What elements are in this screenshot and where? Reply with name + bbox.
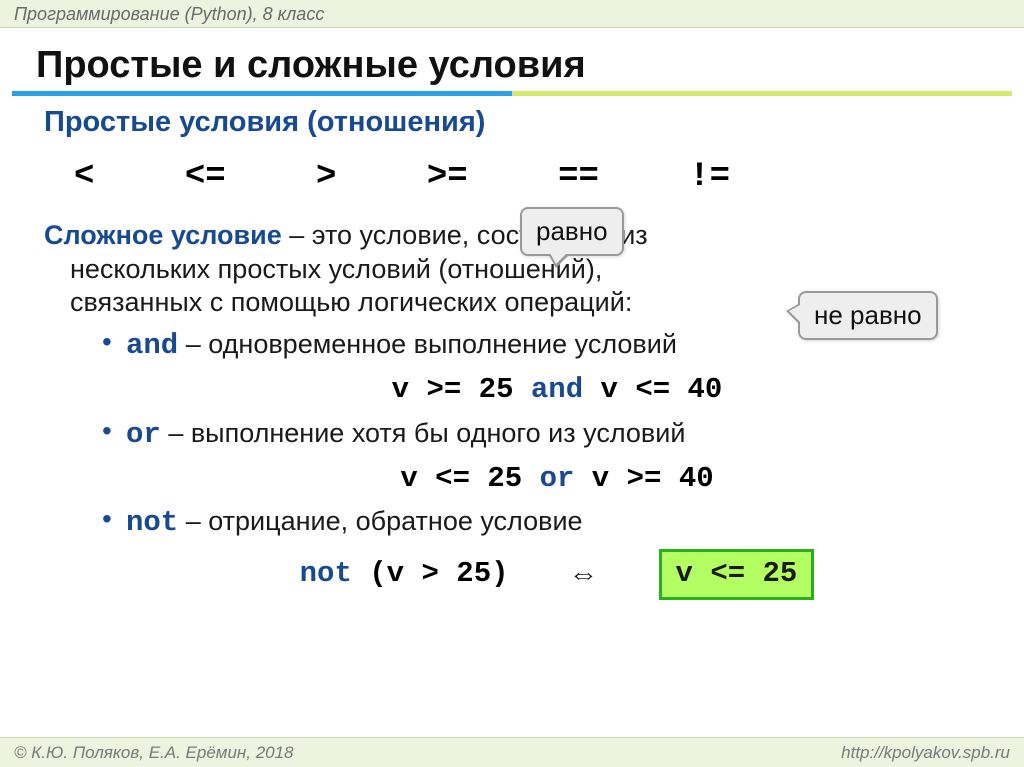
- callout-pointer-icon: [548, 254, 570, 268]
- section-heading-simple: Простые условия (отношения): [44, 104, 988, 140]
- op-ge: >=: [427, 158, 468, 196]
- breadcrumb-bar: Программирование (Python), 8 класс: [0, 0, 1024, 28]
- desc-or: – выполнение хотя бы одного из условий: [161, 418, 686, 448]
- callout-pointer-icon: [786, 303, 800, 325]
- footer-bar: © К.Ю. Поляков, Е.А. Ерёмин, 2018 http:/…: [0, 737, 1024, 767]
- definition-line3: связанных с помощью логических операций:: [44, 287, 632, 317]
- code-or-pre: v <= 25: [400, 462, 539, 495]
- equiv-box: v <= 25: [659, 549, 815, 599]
- kw-and: and: [126, 329, 178, 362]
- code-and: v >= 25 and v <= 40: [126, 372, 988, 408]
- operators-row: < <= > >= == !=: [74, 156, 988, 199]
- op-le: <=: [185, 158, 226, 196]
- op-eq: ==: [558, 158, 599, 196]
- footer-copyright: © К.Ю. Поляков, Е.А. Ерёмин, 2018: [14, 743, 294, 762]
- callout-equal-text: равно: [536, 216, 608, 246]
- list-item-or: or – выполнение хотя бы одного из услови…: [102, 417, 988, 498]
- list-item-not: not – отрицание, обратное условие not (v…: [102, 505, 988, 600]
- code-and-pre: v >= 25: [392, 373, 531, 406]
- list-item-and: and – одновременное выполнение условий v…: [102, 328, 988, 409]
- callout-equal: равно: [520, 207, 624, 256]
- definition-line2: нескольких простых условий (отношений),: [44, 254, 602, 284]
- code-or-post: v >= 40: [574, 462, 713, 495]
- code-not-kw: not: [300, 557, 352, 590]
- code-or-kw: or: [540, 462, 575, 495]
- divider-bar: [12, 91, 1012, 96]
- operator-list: and – одновременное выполнение условий v…: [102, 328, 988, 600]
- op-lt: <: [74, 158, 94, 196]
- kw-or: or: [126, 418, 161, 451]
- slide: Программирование (Python), 8 класс Прост…: [0, 0, 1024, 767]
- code-not-rest: (v > 25): [352, 557, 509, 590]
- code-not: not (v > 25): [300, 556, 509, 592]
- code-not-line: not (v > 25) ⇔ v <= 25: [126, 549, 988, 599]
- desc-not: – отрицание, обратное условие: [178, 506, 582, 536]
- code-and-kw: and: [531, 373, 583, 406]
- definition-term: Сложное условие: [44, 220, 282, 250]
- op-gt: >: [316, 158, 336, 196]
- kw-not: not: [126, 506, 178, 539]
- desc-and: – одновременное выполнение условий: [178, 329, 677, 359]
- callout-not-equal-text: не равно: [814, 300, 922, 330]
- content-area: равно не равно Простые условия (отношени…: [0, 104, 1024, 600]
- code-or: v <= 25 or v >= 40: [126, 461, 988, 497]
- code-and-post: v <= 40: [583, 373, 722, 406]
- page-title: Простые и сложные условия: [0, 28, 1024, 91]
- equiv-arrow-icon: ⇔: [569, 556, 599, 594]
- op-neq: !=: [689, 158, 730, 196]
- breadcrumb: Программирование (Python), 8 класс: [14, 4, 324, 24]
- footer-url: http://kpolyakov.spb.ru: [841, 743, 1010, 762]
